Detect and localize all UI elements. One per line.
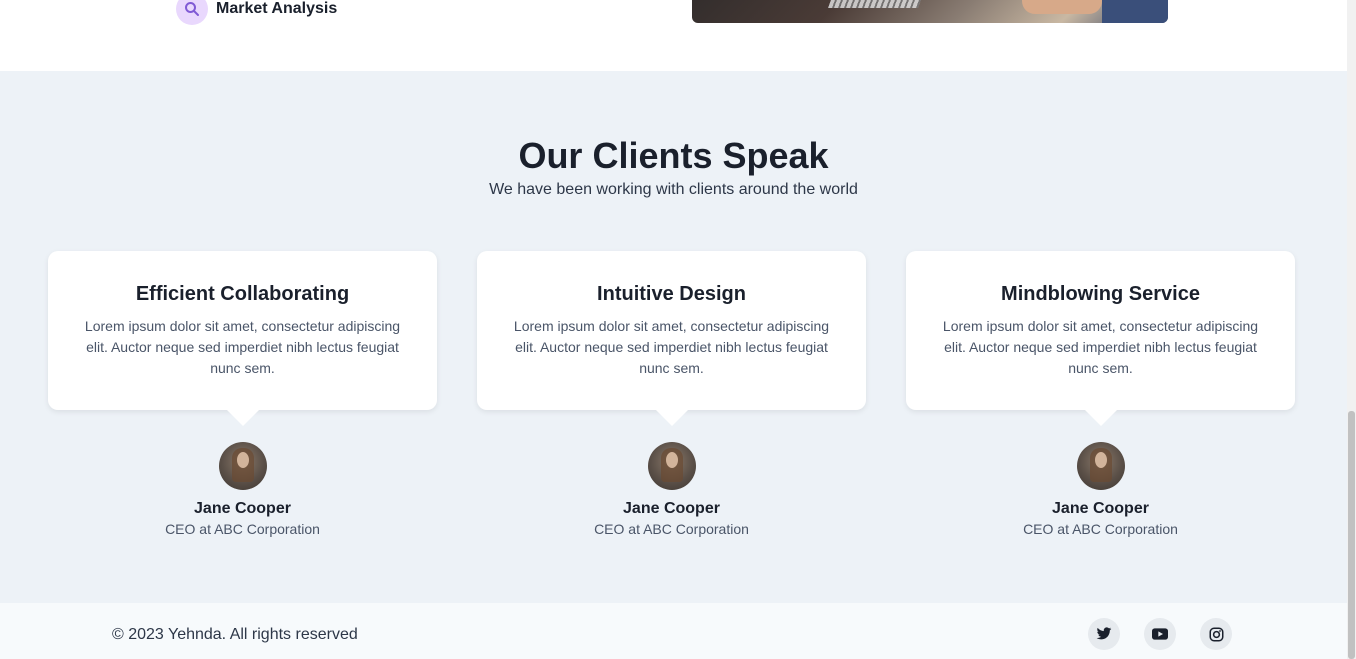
testimonial-text: Lorem ipsum dolor sit amet, consectetur …: [84, 318, 401, 376]
testimonial-card: Intuitive Design Lorem ipsum dolor sit a…: [477, 251, 866, 426]
feature-image: [692, 0, 1168, 23]
page-scrollbar[interactable]: [1347, 0, 1356, 659]
testimonial-author: Jane Cooper CEO at ABC Corporation: [477, 442, 866, 537]
testimonials-section: Our Clients Speak We have been working w…: [0, 71, 1347, 603]
instagram-icon[interactable]: [1200, 618, 1232, 650]
feature-label: Market Analysis: [216, 0, 338, 17]
feature-item-market-analysis: Market Analysis: [176, 0, 337, 25]
section-subtitle: We have been working with clients around…: [489, 181, 858, 198]
scrollbar-thumb[interactable]: [1348, 411, 1355, 659]
testimonial: Efficient Collaborating Lorem ipsum dolo…: [48, 251, 437, 537]
search-icon: [176, 0, 208, 25]
testimonial-author: Jane Cooper CEO at ABC Corporation: [906, 442, 1295, 537]
avatar: [1076, 442, 1125, 490]
testimonial-title: Efficient Collaborating: [135, 283, 350, 305]
testimonial-text: Lorem ipsum dolor sit amet, consectetur …: [942, 318, 1259, 376]
testimonial: Intuitive Design Lorem ipsum dolor sit a…: [477, 251, 866, 537]
author-role: CEO at ABC Corporation: [165, 521, 320, 537]
testimonial-card: Efficient Collaborating Lorem ipsum dolo…: [48, 251, 437, 426]
footer: © 2023 Yehnda. All rights reserved: [0, 603, 1347, 659]
avatar: [647, 442, 696, 490]
author-role: CEO at ABC Corporation: [1023, 521, 1178, 537]
features-section-tail: Market Analysis: [0, 0, 1347, 71]
testimonial-text: Lorem ipsum dolor sit amet, consectetur …: [513, 318, 830, 376]
author-name: Jane Cooper: [623, 500, 720, 517]
section-title: Our Clients Speak: [518, 135, 829, 176]
avatar: [218, 442, 267, 490]
testimonial-title: Mindblowing Service: [1001, 283, 1200, 305]
twitter-icon[interactable]: [1088, 618, 1120, 650]
testimonial-author: Jane Cooper CEO at ABC Corporation: [48, 442, 437, 537]
testimonial-title: Intuitive Design: [597, 283, 746, 305]
copyright-text: © 2023 Yehnda. All rights reserved: [112, 626, 358, 643]
testimonial-card: Mindblowing Service Lorem ipsum dolor si…: [906, 251, 1295, 426]
testimonial: Mindblowing Service Lorem ipsum dolor si…: [906, 251, 1295, 537]
author-name: Jane Cooper: [1052, 500, 1149, 517]
youtube-icon[interactable]: [1144, 618, 1176, 650]
author-name: Jane Cooper: [194, 500, 291, 517]
author-role: CEO at ABC Corporation: [594, 521, 749, 537]
